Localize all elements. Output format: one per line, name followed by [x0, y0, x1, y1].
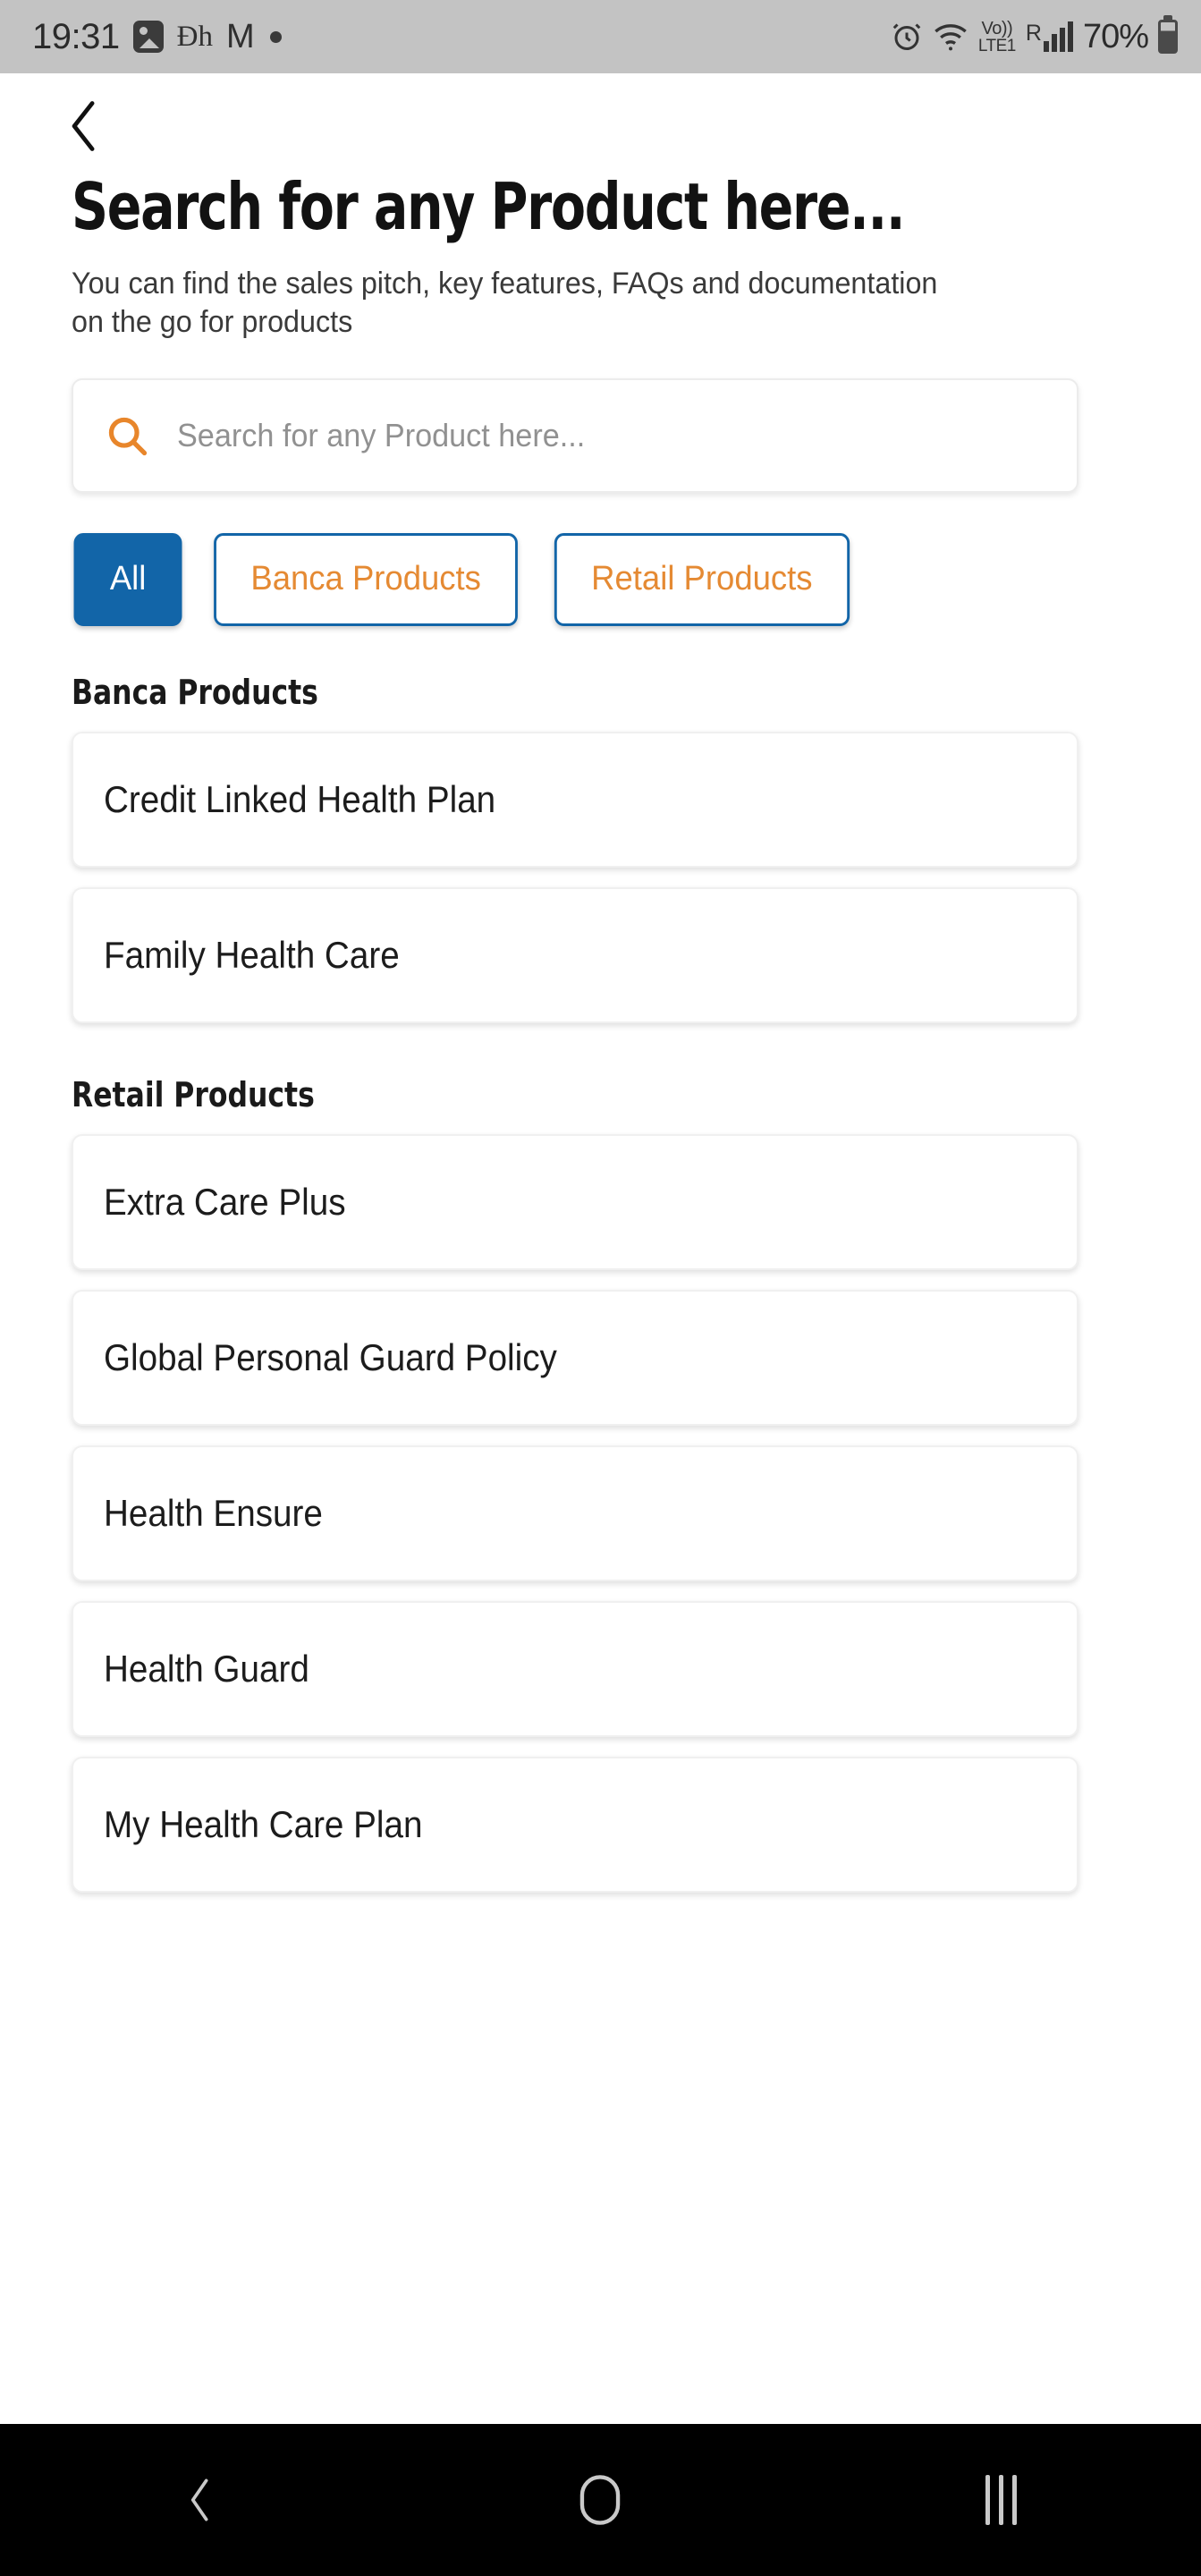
photo-icon [132, 21, 164, 53]
main-content: Search for any Product here... You can f… [0, 73, 1201, 2424]
product-card[interactable]: My Health Care Plan [72, 1756, 1078, 1893]
status-bar-left: 19:31 Ðh M [32, 19, 282, 55]
section-title-banca: Banca Products [72, 672, 318, 712]
roaming-indicator: R [1025, 21, 1042, 46]
phone-screen: 19:31 Ðh M Vo)) LTE1 R 70% Search for an… [0, 0, 1201, 2576]
filter-chip-retail-products[interactable]: Retail Products [554, 532, 850, 626]
section-title-retail: Retail Products [72, 1074, 315, 1114]
product-card[interactable]: Global Personal Guard Policy [72, 1289, 1078, 1426]
status-time: 19:31 [32, 17, 120, 56]
search-icon [104, 412, 150, 459]
product-card[interactable]: Health Ensure [72, 1445, 1078, 1581]
status-bar-right: Vo)) LTE1 R 70% [891, 15, 1178, 55]
system-nav-bar [0, 2424, 1201, 2576]
nav-back-icon[interactable] [120, 2451, 281, 2549]
product-name: Health Ensure [104, 1491, 323, 1534]
header-back-row [72, 73, 1129, 156]
product-name: Global Personal Guard Policy [104, 1335, 557, 1378]
gmail-icon: M [225, 18, 255, 55]
filter-chips: All Banca Products Retail Products [72, 532, 1129, 626]
nav-recents-icon[interactable] [920, 2451, 1081, 2549]
page-title: Search for any Product here... [72, 169, 906, 244]
product-card[interactable]: Family Health Care [72, 886, 1078, 1023]
nav-home-icon[interactable] [520, 2451, 681, 2549]
volte-indicator: Vo)) LTE1 [977, 18, 1017, 55]
dot-indicator-icon [269, 30, 282, 43]
page-subtitle: You can find the sales pitch, key featur… [72, 266, 938, 340]
product-name: Credit Linked Health Plan [104, 777, 496, 820]
product-card[interactable]: Health Guard [72, 1600, 1078, 1737]
filter-chip-banca-products[interactable]: Banca Products [214, 532, 519, 626]
search-bar[interactable] [72, 377, 1078, 493]
disney-plus-icon: Ðh [176, 20, 213, 53]
alarm-icon [891, 21, 923, 53]
status-bar: 19:31 Ðh M Vo)) LTE1 R 70% [0, 0, 1201, 73]
battery-icon [1158, 15, 1178, 54]
search-input[interactable] [177, 416, 1003, 454]
product-card[interactable]: Credit Linked Health Plan [72, 731, 1078, 868]
product-name: Health Guard [104, 1647, 309, 1690]
product-name: Extra Care Plus [104, 1180, 346, 1223]
battery-percent: 70% [1082, 18, 1149, 55]
signal-bars-icon: R [1026, 21, 1073, 52]
product-name: Family Health Care [104, 933, 400, 976]
product-name: My Health Care Plan [104, 1802, 423, 1845]
back-chevron-icon[interactable] [64, 99, 118, 153]
wifi-icon [933, 21, 968, 52]
product-card[interactable]: Extra Care Plus [72, 1133, 1078, 1270]
filter-chip-all[interactable]: All [73, 532, 182, 626]
